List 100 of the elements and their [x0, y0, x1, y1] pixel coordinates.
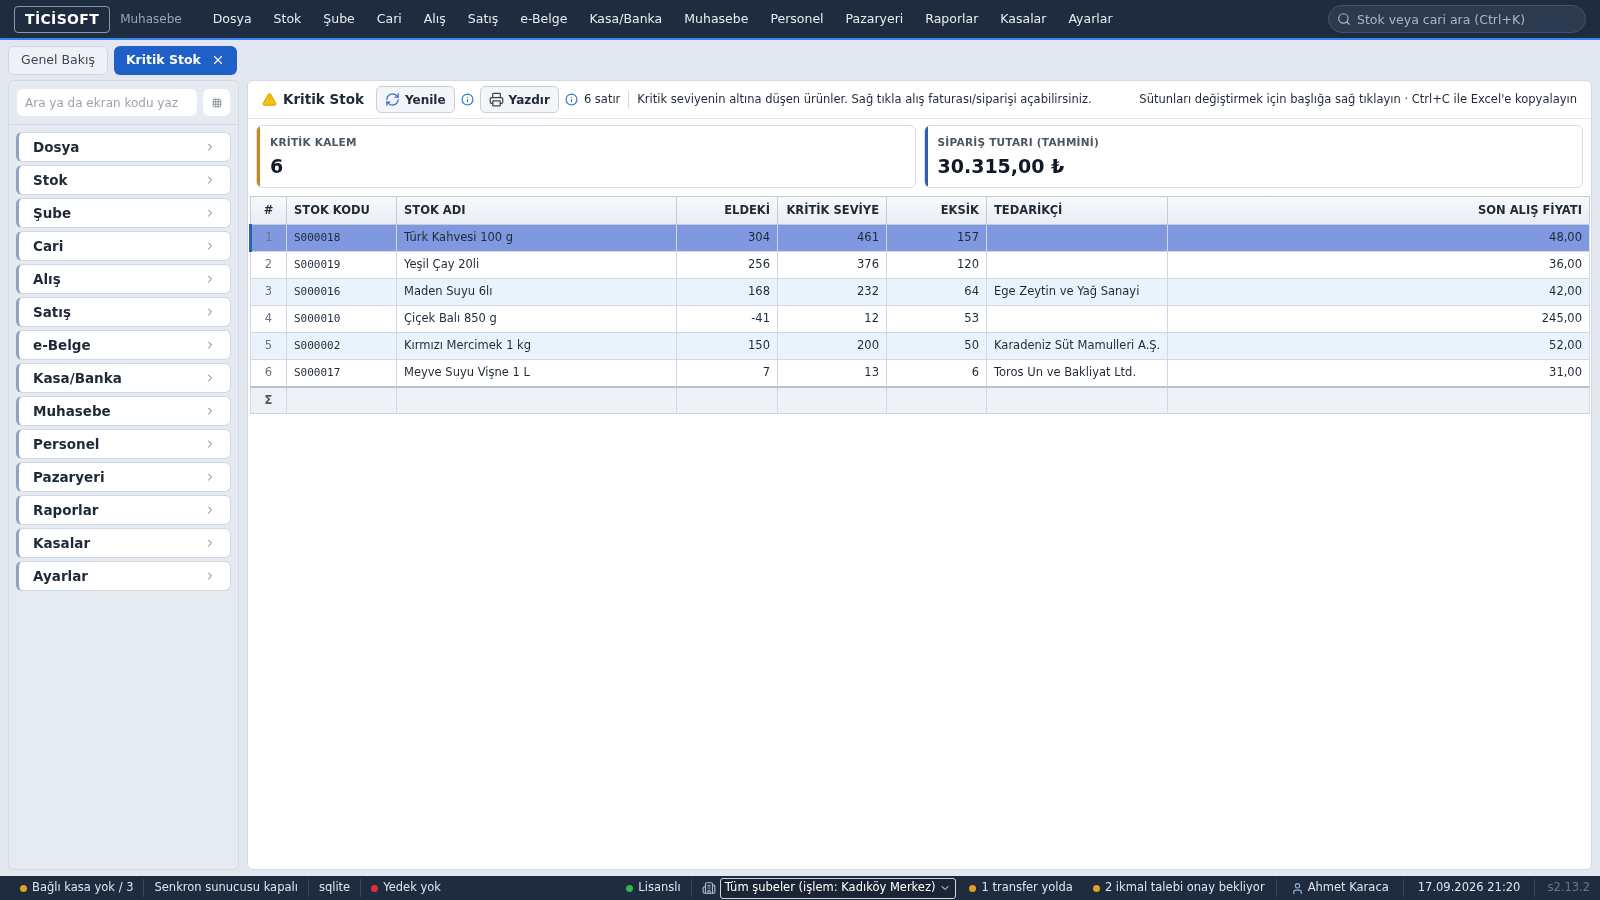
table-row[interactable]: 6 S000017 Meyve Suyu Vişne 1 L 7 13 6 Toros Un ve Bakliyat Ltd. 31,00 [250, 359, 1590, 387]
table-row[interactable]: 4 S000010 Çiçek Balı 850 g -41 12 53 245,00 [250, 305, 1590, 333]
table-cell: 245,00 [1167, 305, 1590, 333]
sidebar-item[interactable]: Kasalar [16, 528, 231, 558]
table-cell: 4 [250, 305, 287, 333]
sidebar-item[interactable]: Stok [16, 165, 231, 195]
menu-item[interactable]: Cari [365, 4, 413, 34]
stat-value: 6 [270, 153, 285, 179]
info-icon[interactable] [460, 93, 474, 106]
building-icon [701, 881, 716, 895]
table-cell: 232 [777, 278, 887, 306]
sidebar-item[interactable]: Şube [16, 198, 231, 228]
column-header[interactable]: STOK ADI [396, 196, 677, 225]
table-cell: S000002 [286, 332, 397, 360]
app-logo: TİCİSOFT [14, 5, 111, 33]
table-cell: 376 [777, 251, 887, 279]
column-header[interactable]: SON ALIŞ FİYATI [1167, 196, 1590, 225]
sidebar-search-field[interactable]: Ara ya da ekran kodu yaz [17, 89, 198, 116]
warning-icon [262, 92, 277, 107]
menu-item[interactable]: Pazaryeri [834, 4, 915, 34]
column-header[interactable]: ELDEKİ [676, 196, 778, 225]
status-text: 1 transfer yolda [981, 879, 1073, 897]
print-button[interactable]: Yazdır [479, 86, 559, 113]
tab[interactable]: Kritik Stok [113, 45, 237, 75]
table-cell: 168 [676, 278, 778, 306]
branch-select[interactable]: Tüm şubeler (işlem: Kadıköy Merkez) [719, 877, 957, 899]
table-cell: Türk Kahvesi 100 g [396, 224, 677, 252]
sidebar-item[interactable]: Personel [16, 429, 231, 459]
column-header[interactable]: KRİTİK SEVİYE [777, 196, 887, 225]
menu-item[interactable]: e-Belge [509, 4, 579, 34]
sidebar-item[interactable]: e-Belge [16, 330, 231, 360]
table-cell: 3 [250, 278, 287, 306]
table-row[interactable]: 1 S000018 Türk Kahvesi 100 g 304 461 157 48,00 [250, 224, 1590, 252]
table-cell: 2 [250, 251, 287, 279]
table-cell: 64 [886, 278, 987, 306]
info-icon[interactable] [564, 93, 578, 106]
table-row[interactable]: 2 S000019 Yeşil Çay 20li 256 376 120 36,00 [250, 251, 1590, 279]
sidebar-item[interactable]: Alış [16, 264, 231, 294]
status-text: Bağlı kasa yok / 3 [32, 879, 134, 897]
table-cell: Yeşil Çay 20li [396, 251, 677, 279]
column-header[interactable]: STOK KODU [286, 196, 397, 225]
tab[interactable]: Genel Bakış [8, 45, 108, 75]
hint-text: Sütunları değiştirmek için başlığa sağ tıklayın · Ctrl+C ile Excel'e kopyalayın [1139, 90, 1577, 108]
table-cell: 304 [676, 224, 778, 252]
menu-item[interactable]: Kasa/Banka [578, 4, 674, 34]
user-name: Ahmet Karaca [1307, 879, 1389, 897]
table-row[interactable]: 3 S000016 Maden Suyu 6lı 168 232 64 Ege Zeytin ve Yağ Sanayi 42,00 [250, 278, 1590, 306]
menu-item[interactable]: Satış [456, 4, 510, 34]
menu-item[interactable]: Ayarlar [1057, 4, 1124, 34]
status-text: sqlite [318, 879, 351, 897]
menu-item[interactable]: Dosya [201, 4, 263, 34]
page-title: Kritik Stok [283, 90, 364, 110]
table-cell: S000019 [286, 251, 397, 279]
table-cell: Ege Zeytin ve Yağ Sanayi [986, 278, 1168, 306]
info-text: Kritik seviyenin altına düşen ürünler. Sağ tıkla alış faturası/siparişi açabilirsiniz. [637, 90, 1092, 108]
sidebar-item[interactable]: Raporlar [16, 495, 231, 525]
table-row[interactable]: 5 S000002 Kırmızı Mercimek 1 kg 150 200 50 Karadeniz Süt Mamulleri A.Ş. 52,00 [250, 332, 1590, 360]
sidebar-item[interactable]: Muhasebe [16, 396, 231, 426]
sidebar-item[interactable]: Ayarlar [16, 561, 231, 591]
table-cell: 120 [886, 251, 987, 279]
table-cell: 52,00 [1167, 332, 1590, 360]
grid-icon [211, 97, 222, 108]
table-cell: 50 [886, 332, 987, 360]
menu-item[interactable]: Personel [759, 4, 835, 34]
menu-item[interactable]: Stok [262, 4, 313, 34]
sidebar-item[interactable]: Satış [16, 297, 231, 327]
user-icon [1290, 881, 1304, 895]
menu-item[interactable]: Kasalar [989, 4, 1058, 34]
refresh-button[interactable]: Yenile [375, 86, 455, 113]
sidebar-item[interactable]: Pazaryeri [16, 462, 231, 492]
menu-item[interactable]: Muhasebe [673, 4, 760, 34]
sidebar-item[interactable]: Dosya [16, 132, 231, 162]
status-text: Senkron sunucusu kapalı [154, 879, 298, 897]
table-cell: Maden Suyu 6lı [396, 278, 677, 306]
status-text: 2 ikmal talebi onay bekliyor [1104, 879, 1265, 897]
sidebar-item[interactable]: Cari [16, 231, 231, 261]
column-header[interactable]: TEDARİKÇİ [986, 196, 1168, 225]
sidebar-item[interactable]: Kasa/Banka [16, 363, 231, 393]
search-field[interactable]: Stok veya cari ara (Ctrl+K) [1328, 5, 1586, 33]
version-text: s2.13.2 [1534, 879, 1590, 897]
table-cell: S000010 [286, 305, 397, 333]
column-header[interactable]: EKSİK [886, 196, 987, 225]
stat-label: SİPARİŞ TUTARI (TAHMİNİ) [937, 135, 1100, 150]
table-cell: Kırmızı Mercimek 1 kg [396, 332, 677, 360]
menu-item[interactable]: Raporlar [914, 4, 990, 34]
menu-item[interactable]: Alış [412, 4, 457, 34]
status-text: Yedek yok [383, 879, 441, 897]
table-cell: 200 [777, 332, 887, 360]
table-cell: 53 [886, 305, 987, 333]
table-cell: 461 [777, 224, 887, 252]
module-name: Muhasebe [120, 11, 182, 28]
sum-label: Σ [250, 386, 287, 414]
column-header[interactable]: # [250, 196, 287, 225]
table-cell: S000016 [286, 278, 397, 306]
table-cell: Çiçek Balı 850 g [396, 305, 677, 333]
table-cell: 36,00 [1167, 251, 1590, 279]
table-cell: 12 [777, 305, 887, 333]
menu-item[interactable]: Şube [312, 4, 366, 34]
table-cell: 150 [676, 332, 778, 360]
table-cell: S000018 [286, 224, 397, 252]
